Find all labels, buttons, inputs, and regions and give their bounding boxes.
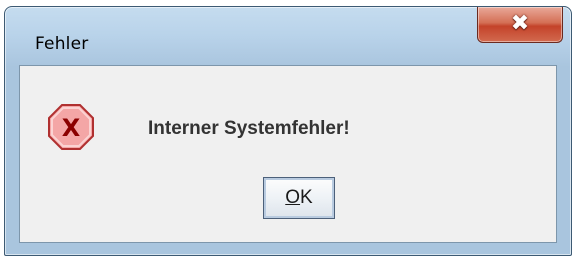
window-title: Fehler [35, 34, 89, 54]
ok-label-rest: K [300, 187, 313, 208]
dialog-content: X Interner Systemfehler! OK [19, 65, 557, 243]
error-icon-symbol: X [62, 114, 81, 142]
ok-button[interactable]: OK [263, 177, 335, 219]
close-button[interactable]: ✖ [477, 7, 563, 43]
error-message: Interner Systemfehler! [148, 118, 350, 139]
dialog-window: Fehler ✖ X Interner Systemfehler! OK [4, 6, 572, 256]
ok-button-label: OK [264, 178, 334, 218]
error-icon: X [48, 104, 94, 150]
ok-mnemonic: O [285, 187, 301, 208]
close-icon: ✖ [510, 11, 530, 36]
title-bar[interactable]: Fehler ✖ [5, 7, 571, 65]
